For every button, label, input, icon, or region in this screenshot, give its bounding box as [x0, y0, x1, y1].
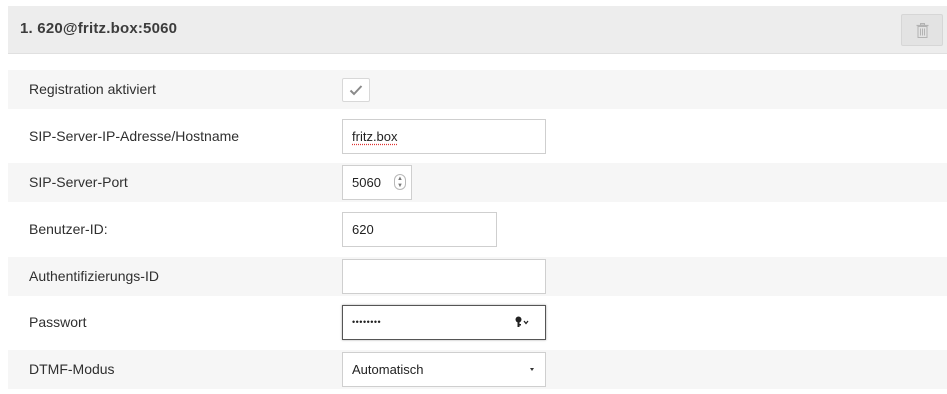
server-label: SIP-Server-IP-Adresse/Hostname — [29, 128, 240, 144]
user-id-label: Benutzer-ID: — [29, 221, 108, 237]
row-port: SIP-Server-Port 5060 ▲ ▼ — [8, 163, 947, 202]
port-stepper[interactable]: ▲ ▼ — [394, 174, 406, 190]
port-input[interactable]: 5060 ▲ ▼ — [342, 165, 412, 200]
account-title: 1. 620@fritz.box:5060 — [20, 20, 178, 37]
password-value: •••••••• — [352, 317, 382, 327]
checkmark-icon — [349, 85, 363, 96]
server-input[interactable]: fritz.box — [342, 119, 546, 154]
registration-label: Registration aktiviert — [29, 81, 156, 97]
stepper-down-icon[interactable]: ▼ — [395, 183, 405, 189]
row-registration: Registration aktiviert — [8, 70, 947, 109]
delete-account-button[interactable] — [901, 14, 943, 46]
port-value: 5060 — [352, 175, 381, 190]
row-dtmf: DTMF-Modus Automatisch — [8, 350, 947, 389]
password-label: Passwort — [29, 314, 87, 330]
dtmf-label: DTMF-Modus — [29, 361, 115, 377]
password-input[interactable]: •••••••• — [342, 305, 546, 340]
user-id-input[interactable]: 620 — [342, 212, 497, 247]
row-user-id: Benutzer-ID: 620 — [8, 210, 947, 249]
auth-id-input[interactable] — [342, 259, 546, 294]
auth-id-label: Authentifizierungs-ID — [29, 268, 159, 284]
port-label: SIP-Server-Port — [29, 174, 128, 190]
panel-header: 1. 620@fritz.box:5060 — [8, 6, 947, 54]
row-server: SIP-Server-IP-Adresse/Hostname fritz.box — [8, 117, 947, 156]
dtmf-select[interactable]: Automatisch — [342, 352, 546, 387]
row-auth-id: Authentifizierungs-ID — [8, 257, 947, 296]
sip-account-panel: 1. 620@fritz.box:5060 Registration aktiv… — [8, 0, 947, 394]
dropdown-arrow-icon — [530, 368, 534, 371]
row-password: Passwort •••••••• — [8, 303, 947, 342]
dtmf-selected-value: Automatisch — [352, 362, 424, 377]
stepper-up-icon[interactable]: ▲ — [395, 176, 405, 182]
key-icon[interactable] — [515, 316, 531, 328]
user-id-value: 620 — [352, 222, 374, 237]
trash-icon — [916, 23, 929, 38]
registration-checkbox[interactable] — [342, 78, 370, 102]
server-value: fritz.box — [352, 129, 398, 144]
